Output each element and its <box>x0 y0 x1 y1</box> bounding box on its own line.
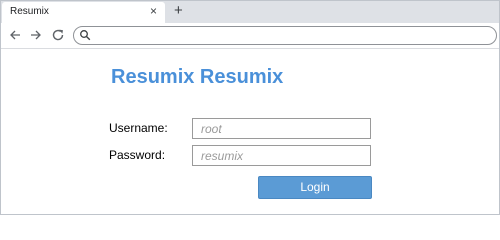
password-field[interactable] <box>192 145 371 166</box>
tab-title: Resumix <box>10 6 49 17</box>
back-arrow-icon[interactable] <box>8 28 22 42</box>
new-tab-icon[interactable]: + <box>174 2 183 20</box>
search-icon <box>80 30 91 41</box>
browser-window: Resumix × + Resumix Resumix Username: Pa… <box>0 0 500 215</box>
page-title: Resumix Resumix <box>111 66 284 88</box>
username-label: Username: <box>109 121 168 135</box>
browser-toolbar <box>1 23 499 49</box>
close-icon[interactable]: × <box>150 4 157 18</box>
forward-arrow-icon[interactable] <box>29 28 43 42</box>
tab-strip: Resumix × + <box>1 1 499 23</box>
login-button[interactable]: Login <box>258 176 372 199</box>
username-field[interactable] <box>192 118 371 139</box>
reload-icon[interactable] <box>51 28 65 42</box>
password-label: Password: <box>109 148 166 162</box>
tab-resumix[interactable]: Resumix × <box>2 2 165 23</box>
address-bar[interactable] <box>73 26 497 45</box>
address-input[interactable] <box>96 28 492 43</box>
